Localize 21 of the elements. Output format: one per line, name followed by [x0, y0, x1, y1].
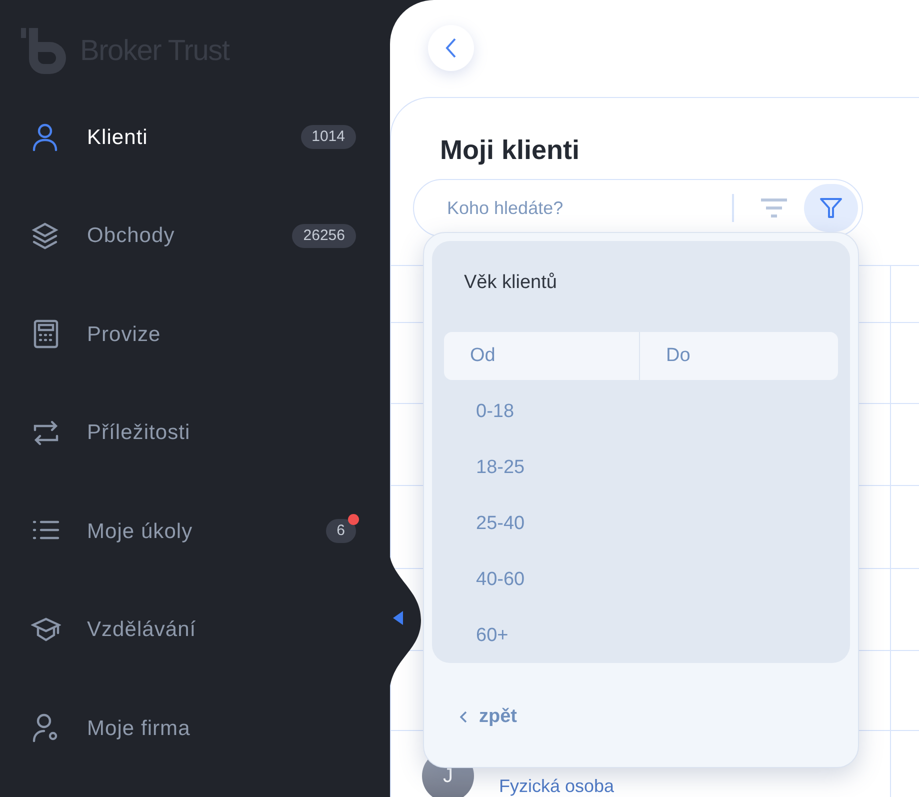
layers-icon	[31, 220, 61, 251]
count-badge: 26256	[292, 224, 356, 248]
back-link[interactable]: zpět	[460, 703, 517, 732]
from-field[interactable]: Od	[444, 332, 640, 380]
sidebar-item[interactable]: Provize	[0, 285, 390, 384]
back-button[interactable]	[428, 25, 474, 71]
chevron-left-icon	[445, 37, 457, 59]
client-type-text: Fyzická osoba	[499, 776, 614, 796]
sidebar-item[interactable]: Moje firma	[0, 679, 390, 778]
sidebar-item[interactable]: Obchody 26256	[0, 186, 390, 285]
sidebar-item[interactable]: Příležitosti	[0, 384, 390, 482]
sidebar-item[interactable]: Klienti 1014	[0, 88, 390, 186]
count-badge: 1014	[300, 125, 356, 150]
chevron-left-icon	[460, 711, 467, 724]
to-field[interactable]: Do	[640, 332, 838, 380]
sidebar-item[interactable]: Vzdělávání	[0, 580, 390, 679]
filter-title: Věk klientů	[464, 271, 558, 295]
page-title: Moji klienti	[440, 134, 580, 167]
sidebar-item[interactable]: Moje úkoly 6	[0, 482, 390, 580]
calculator-icon	[31, 319, 61, 350]
filter-icon	[819, 196, 843, 220]
